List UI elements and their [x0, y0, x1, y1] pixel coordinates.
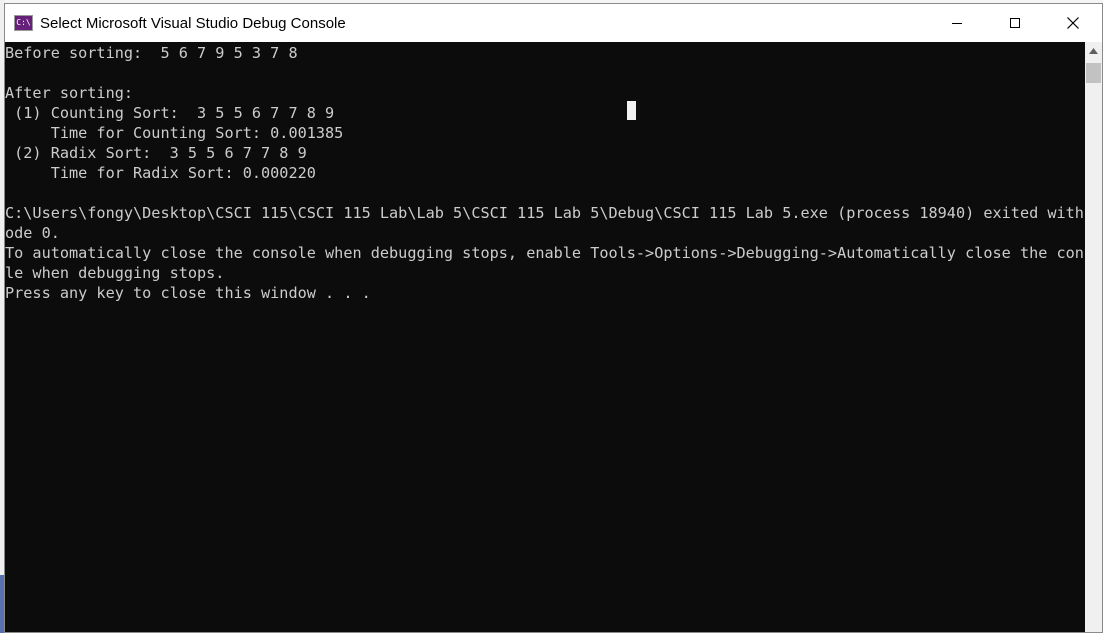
title-bar[interactable]: C:\ Select Microsoft Visual Studio Debug… [5, 4, 1102, 42]
console-line: After sorting: [5, 84, 134, 102]
debug-console-window[interactable]: C:\ Select Microsoft Visual Studio Debug… [4, 3, 1103, 633]
text-cursor [627, 101, 636, 120]
console-line: (2) Radix Sort: 3 5 5 6 7 7 8 9 [5, 144, 307, 162]
console-line: C:\Users\fongy\Desktop\CSCI 115\CSCI 115… [5, 204, 1085, 222]
vertical-scrollbar[interactable] [1085, 42, 1102, 632]
console-line: Press any key to close this window . . . [5, 284, 371, 302]
scroll-up-button[interactable] [1085, 42, 1102, 59]
scroll-up-icon [1089, 47, 1098, 54]
maximize-button[interactable] [986, 4, 1044, 42]
minimize-icon [952, 23, 962, 24]
window-controls [928, 4, 1102, 42]
console-line: Before sorting: 5 6 7 9 5 3 7 8 [5, 44, 298, 62]
console-line: Time for Radix Sort: 0.000220 [5, 164, 316, 182]
scroll-thumb[interactable] [1086, 63, 1101, 83]
console-line: To automatically close the console when … [5, 244, 1085, 262]
console-line: Time for Counting Sort: 0.001385 [5, 124, 344, 142]
minimize-button[interactable] [928, 4, 986, 42]
console-app-icon: C:\ [14, 15, 33, 31]
console-output[interactable]: Before sorting: 5 6 7 9 5 3 7 8 After so… [5, 42, 1085, 632]
console-line: (1) Counting Sort: 3 5 5 6 7 7 8 9 [5, 104, 335, 122]
console-line: ode 0. [5, 224, 60, 242]
maximize-icon [1010, 18, 1020, 28]
close-icon [1067, 17, 1079, 29]
window-title: Select Microsoft Visual Studio Debug Con… [40, 14, 346, 32]
close-button[interactable] [1044, 4, 1102, 42]
console-line: le when debugging stops. [5, 264, 225, 282]
